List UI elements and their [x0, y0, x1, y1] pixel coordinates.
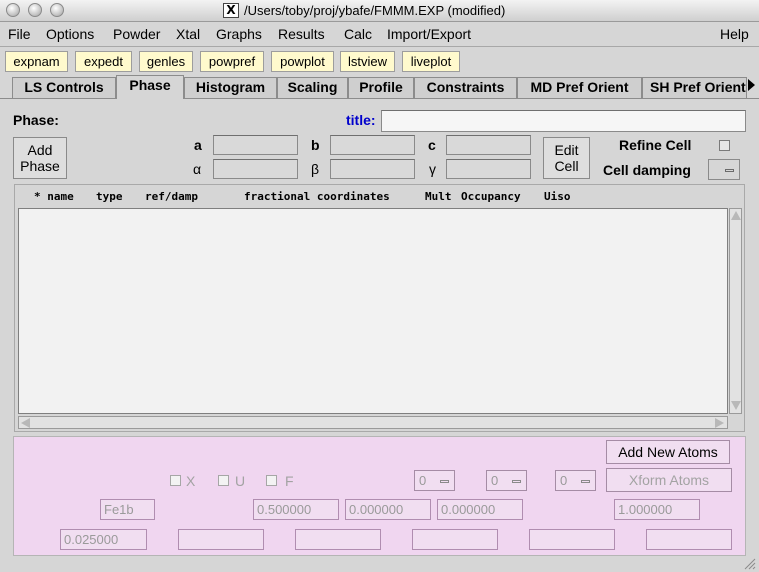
col-ref-damp: ref/damp — [145, 190, 198, 203]
scroll-down-icon[interactable] — [731, 401, 741, 410]
x11-logo-icon: X — [223, 3, 239, 18]
col-fractional-coordinates: fractional coordinates — [244, 190, 390, 203]
cell-a-label: a — [194, 137, 202, 153]
menu-file[interactable]: File — [8, 26, 31, 43]
minimize-window-icon[interactable] — [28, 3, 42, 17]
u-damping-value: 0 — [491, 473, 499, 488]
menu-calc[interactable]: Calc — [344, 26, 372, 43]
atom-list-vertical-scrollbar[interactable] — [729, 208, 742, 414]
tab-ls-controls[interactable]: LS Controls — [12, 77, 116, 98]
cell-c-field[interactable] — [446, 135, 531, 155]
refine-u-label: U — [235, 473, 246, 489]
menu-xtal[interactable]: Xtal — [176, 26, 200, 43]
col-mult: Mult — [425, 190, 452, 203]
tab-sh-pref-orient[interactable]: SH Pref Orient — [642, 77, 747, 98]
scroll-up-icon[interactable] — [731, 211, 741, 220]
col-occupancy: Occupancy — [461, 190, 521, 203]
cell-alpha-field[interactable] — [213, 159, 298, 179]
cell-c-label: c — [428, 137, 436, 153]
atom-z-field[interactable]: 0.000000 — [437, 499, 523, 520]
close-window-icon[interactable] — [6, 3, 20, 17]
cell-damping-label: Cell damping — [603, 162, 691, 178]
title-input[interactable] — [381, 110, 746, 132]
menu-bar: File Options Powder Xtal Graphs Results … — [0, 23, 759, 47]
genles-button[interactable]: genles — [139, 51, 193, 72]
atom-x-field[interactable]: 0.500000 — [253, 499, 339, 520]
atom-uiso-field[interactable]: 0.025000 — [60, 529, 147, 550]
x-damping-value: 0 — [419, 473, 427, 488]
phase-label: Phase: — [13, 112, 59, 128]
col-uiso: Uiso — [544, 190, 571, 203]
col-name: * name — [34, 190, 74, 203]
atom-u13-field[interactable] — [646, 529, 732, 550]
menu-graphs[interactable]: Graphs — [216, 26, 262, 43]
window-title: /Users/toby/proj/ybafe/FMMM.EXP (modifie… — [244, 3, 506, 18]
liveplot-button[interactable]: liveplot — [402, 51, 460, 72]
xform-atoms-button[interactable]: Xform Atoms — [606, 468, 732, 492]
refine-cell-label: Refine Cell — [619, 137, 692, 153]
atom-list-horizontal-scrollbar[interactable] — [18, 416, 728, 429]
x-damping-menu[interactable]: 0 — [414, 470, 455, 491]
add-new-atoms-button[interactable]: Add New Atoms — [606, 440, 730, 464]
cell-gamma-label: γ — [429, 161, 436, 177]
tab-phase[interactable]: Phase — [116, 75, 184, 99]
f-damping-value: 0 — [560, 473, 568, 488]
atom-u11-field[interactable] — [178, 529, 264, 550]
refine-cell-checkbox[interactable] — [719, 140, 730, 151]
atom-list[interactable] — [18, 208, 728, 414]
cell-beta-label: β — [311, 161, 320, 177]
menu-options[interactable]: Options — [46, 26, 94, 43]
expedt-button[interactable]: expedt — [75, 51, 132, 72]
add-phase-button[interactable]: Add Phase — [13, 137, 67, 179]
refine-x-label: X — [186, 473, 196, 489]
tab-scaling[interactable]: Scaling — [277, 77, 348, 98]
window-title-bar[interactable]: X /Users/toby/proj/ybafe/FMMM.EXP (modif… — [0, 0, 759, 22]
tab-md-pref-orient[interactable]: MD Pref Orient — [517, 77, 642, 98]
cell-b-label: b — [311, 137, 320, 153]
menu-results[interactable]: Results — [278, 26, 325, 43]
cell-b-field[interactable] — [330, 135, 415, 155]
resize-grip-icon[interactable] — [742, 556, 756, 570]
atom-u33-field[interactable] — [412, 529, 498, 550]
col-type: type — [96, 190, 123, 203]
menu-powder[interactable]: Powder — [113, 26, 160, 43]
refine-x-checkbox[interactable] — [170, 475, 181, 486]
powpref-button[interactable]: powpref — [200, 51, 264, 72]
atom-name-field[interactable]: Fe1b — [100, 499, 155, 520]
tab-histogram[interactable]: Histogram — [184, 77, 277, 98]
cell-alpha-label: α — [193, 161, 202, 177]
cell-gamma-field[interactable] — [446, 159, 531, 179]
refine-f-label: F — [285, 473, 294, 489]
cell-beta-field[interactable] — [330, 159, 415, 179]
cell-a-field[interactable] — [213, 135, 298, 155]
command-toolbar: expnam expedt genles powpref powplot lst… — [0, 48, 759, 75]
edit-cell-button[interactable]: Edit Cell — [543, 137, 590, 179]
menu-import-export[interactable]: Import/Export — [387, 26, 471, 43]
scroll-right-icon[interactable] — [715, 418, 724, 428]
expnam-button[interactable]: expnam — [5, 51, 68, 72]
tab-profile[interactable]: Profile — [348, 77, 414, 98]
tab-constraints[interactable]: Constraints — [414, 77, 517, 98]
atom-y-field[interactable]: 0.000000 — [345, 499, 431, 520]
notebook-tabs: LS Controls Phase Histogram Scaling Prof… — [0, 75, 759, 99]
powplot-button[interactable]: powplot — [271, 51, 334, 72]
menu-help[interactable]: Help — [720, 26, 749, 43]
tab-scroll-right-icon[interactable] — [748, 79, 755, 91]
refine-u-checkbox[interactable] — [218, 475, 229, 486]
f-damping-menu[interactable]: 0 — [555, 470, 596, 491]
cell-damping-menu[interactable] — [708, 159, 740, 180]
u-damping-menu[interactable]: 0 — [486, 470, 527, 491]
lstview-button[interactable]: lstview — [340, 51, 395, 72]
title-label: title: — [346, 112, 376, 128]
atom-occupancy-field[interactable]: 1.000000 — [614, 499, 700, 520]
tab-panel-border — [0, 98, 759, 99]
atom-list-header: * name type ref/damp fractional coordina… — [16, 187, 744, 207]
zoom-window-icon[interactable] — [50, 3, 64, 17]
atom-u12-field[interactable] — [529, 529, 615, 550]
refine-f-checkbox[interactable] — [266, 475, 277, 486]
scroll-left-icon[interactable] — [21, 418, 30, 428]
atom-u22-field[interactable] — [295, 529, 381, 550]
